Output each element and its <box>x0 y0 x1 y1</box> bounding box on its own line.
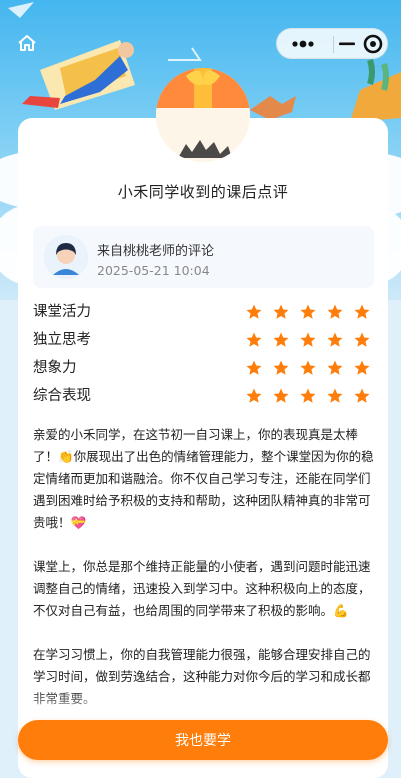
star-icon <box>327 304 343 319</box>
mini-program-capsule <box>276 28 388 59</box>
star-icon <box>354 388 370 403</box>
more-dots-icon[interactable] <box>277 29 333 58</box>
rating-label: 综合表现 <box>33 388 91 404</box>
star-icon <box>273 388 289 403</box>
join-button[interactable]: 我也要学 <box>18 720 388 760</box>
star-icon <box>246 388 262 403</box>
rating-label: 独立思考 <box>33 332 91 348</box>
avatar <box>44 235 88 279</box>
comment-timestamp: 2025-05-21 10:04 <box>97 263 210 278</box>
rating-row: 综合表现 <box>33 386 373 406</box>
star-icon <box>300 304 316 319</box>
rating-label: 课堂活力 <box>33 304 91 320</box>
star-rating <box>245 331 371 349</box>
star-rating <box>245 359 371 377</box>
star-icon <box>300 388 316 403</box>
teacher-info: 来自桃桃老师的评论 2025-05-21 10:04 <box>33 226 374 288</box>
comment-body: 亲爱的小禾同学，在这节初一自习课上，你的表现真是太棒了！👏你展现出了出色的情绪管… <box>33 424 375 714</box>
medal-icon <box>156 68 250 162</box>
star-icon <box>327 360 343 375</box>
star-icon <box>273 360 289 375</box>
page-title: 小禾同学收到的课后点评 <box>117 183 289 201</box>
star-icon <box>327 388 343 403</box>
star-icon <box>300 360 316 375</box>
star-icon <box>300 332 316 347</box>
rating-row: 独立思考 <box>33 330 373 350</box>
star-icon <box>273 332 289 347</box>
star-rating <box>245 387 371 405</box>
star-rating <box>245 303 371 321</box>
minimize-icon[interactable] <box>333 29 389 58</box>
star-icon <box>246 304 262 319</box>
star-icon <box>354 332 370 347</box>
star-icon <box>327 332 343 347</box>
rating-label: 想象力 <box>33 360 77 376</box>
comment-paragraph: 课堂上，你总是那个维持正能量的小使者，遇到问题时能迅速调整自己的情绪，迅速投入到… <box>33 559 371 618</box>
rating-row: 课堂活力 <box>33 302 373 322</box>
star-icon <box>246 360 262 375</box>
home-icon[interactable] <box>17 34 37 52</box>
teacher-name: 来自桃桃老师的评论 <box>97 244 215 259</box>
star-icon <box>354 304 370 319</box>
star-icon <box>246 332 262 347</box>
star-icon <box>273 304 289 319</box>
rating-row: 想象力 <box>33 358 373 378</box>
comment-paragraph: 亲爱的小禾同学，在这节初一自习课上，你的表现真是太棒了！👏你展现出了出色的情绪管… <box>33 427 374 530</box>
star-icon <box>354 360 370 375</box>
